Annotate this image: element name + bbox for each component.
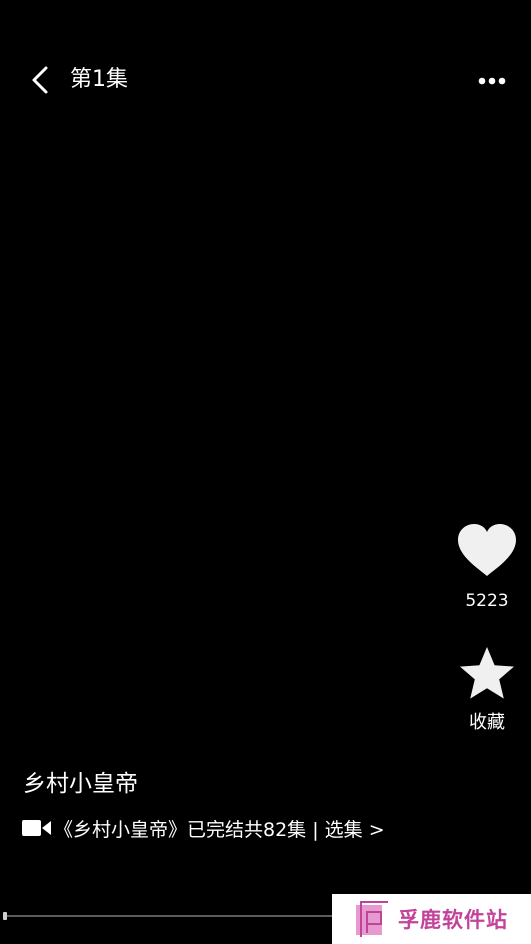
watermark-text: 孚鹿软件站 bbox=[398, 907, 508, 932]
series-info-text: 《乡村小皇帝》已完结共82集 | 选集 > bbox=[54, 818, 385, 841]
video-player-screen[interactable]: 第1集 5223 收藏 乡村小皇帝 《乡村小皇帝》已完结共82集 | 选集 > bbox=[0, 0, 531, 944]
favorite-label: 收藏 bbox=[469, 712, 505, 733]
chevron-left-icon bbox=[32, 66, 48, 94]
back-button[interactable] bbox=[24, 62, 58, 98]
show-title: 乡村小皇帝 bbox=[23, 771, 138, 797]
video-camera-icon bbox=[22, 820, 51, 836]
playback-progress-bar[interactable] bbox=[4, 915, 334, 917]
like-action[interactable]: 5223 bbox=[456, 524, 518, 612]
watermark-logo bbox=[356, 901, 388, 937]
more-dots-icon bbox=[478, 77, 506, 85]
more-options-button[interactable] bbox=[475, 66, 509, 96]
heart-icon[interactable] bbox=[457, 524, 517, 578]
episode-title: 第1集 bbox=[70, 67, 128, 92]
star-icon[interactable] bbox=[458, 644, 516, 702]
watermark: 孚鹿软件站 bbox=[332, 894, 531, 944]
episode-select-link[interactable]: 《乡村小皇帝》已完结共82集 | 选集 > bbox=[22, 812, 385, 844]
progress-handle[interactable] bbox=[3, 912, 7, 920]
favorite-action[interactable]: 收藏 bbox=[456, 644, 518, 734]
like-count: 5223 bbox=[465, 591, 509, 611]
